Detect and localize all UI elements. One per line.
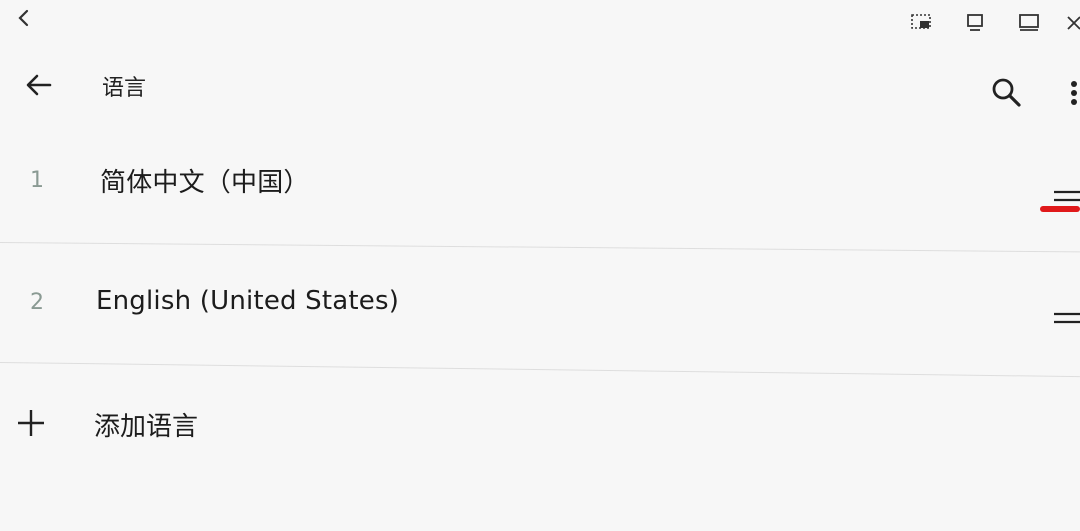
window-controls xyxy=(910,10,1080,34)
chevron-left-icon[interactable] xyxy=(14,6,34,30)
drag-handle-icon[interactable] xyxy=(1050,306,1080,330)
more-vert-icon[interactable] xyxy=(1062,76,1080,112)
drag-handle-icon[interactable] xyxy=(1050,184,1080,208)
arrow-left-icon[interactable] xyxy=(22,68,56,102)
language-name: 简体中文（中国） xyxy=(100,168,310,198)
close-icon[interactable] xyxy=(1066,11,1080,33)
add-language-button[interactable]: 添加语言 xyxy=(0,380,400,470)
app-bar: 语言 xyxy=(0,58,1080,114)
language-index: 2 xyxy=(30,290,44,315)
add-language-label: 添加语言 xyxy=(94,412,199,442)
language-settings-page: 语言 1 简体中文（中国） 2 English (United States) … xyxy=(0,0,1080,531)
page-title: 语言 xyxy=(102,76,147,101)
language-name: English (United States) xyxy=(96,286,400,316)
plus-icon xyxy=(14,406,48,440)
language-row[interactable]: 2 English (United States) xyxy=(0,250,1080,368)
language-row[interactable]: 1 简体中文（中国） xyxy=(0,128,1080,246)
maximize-window-icon[interactable] xyxy=(1018,11,1040,33)
annotation-underline xyxy=(1040,206,1080,212)
screenshot-select-icon[interactable] xyxy=(910,11,932,33)
search-icon[interactable] xyxy=(988,74,1024,110)
language-index: 1 xyxy=(30,168,44,193)
restore-window-icon[interactable] xyxy=(964,11,986,33)
